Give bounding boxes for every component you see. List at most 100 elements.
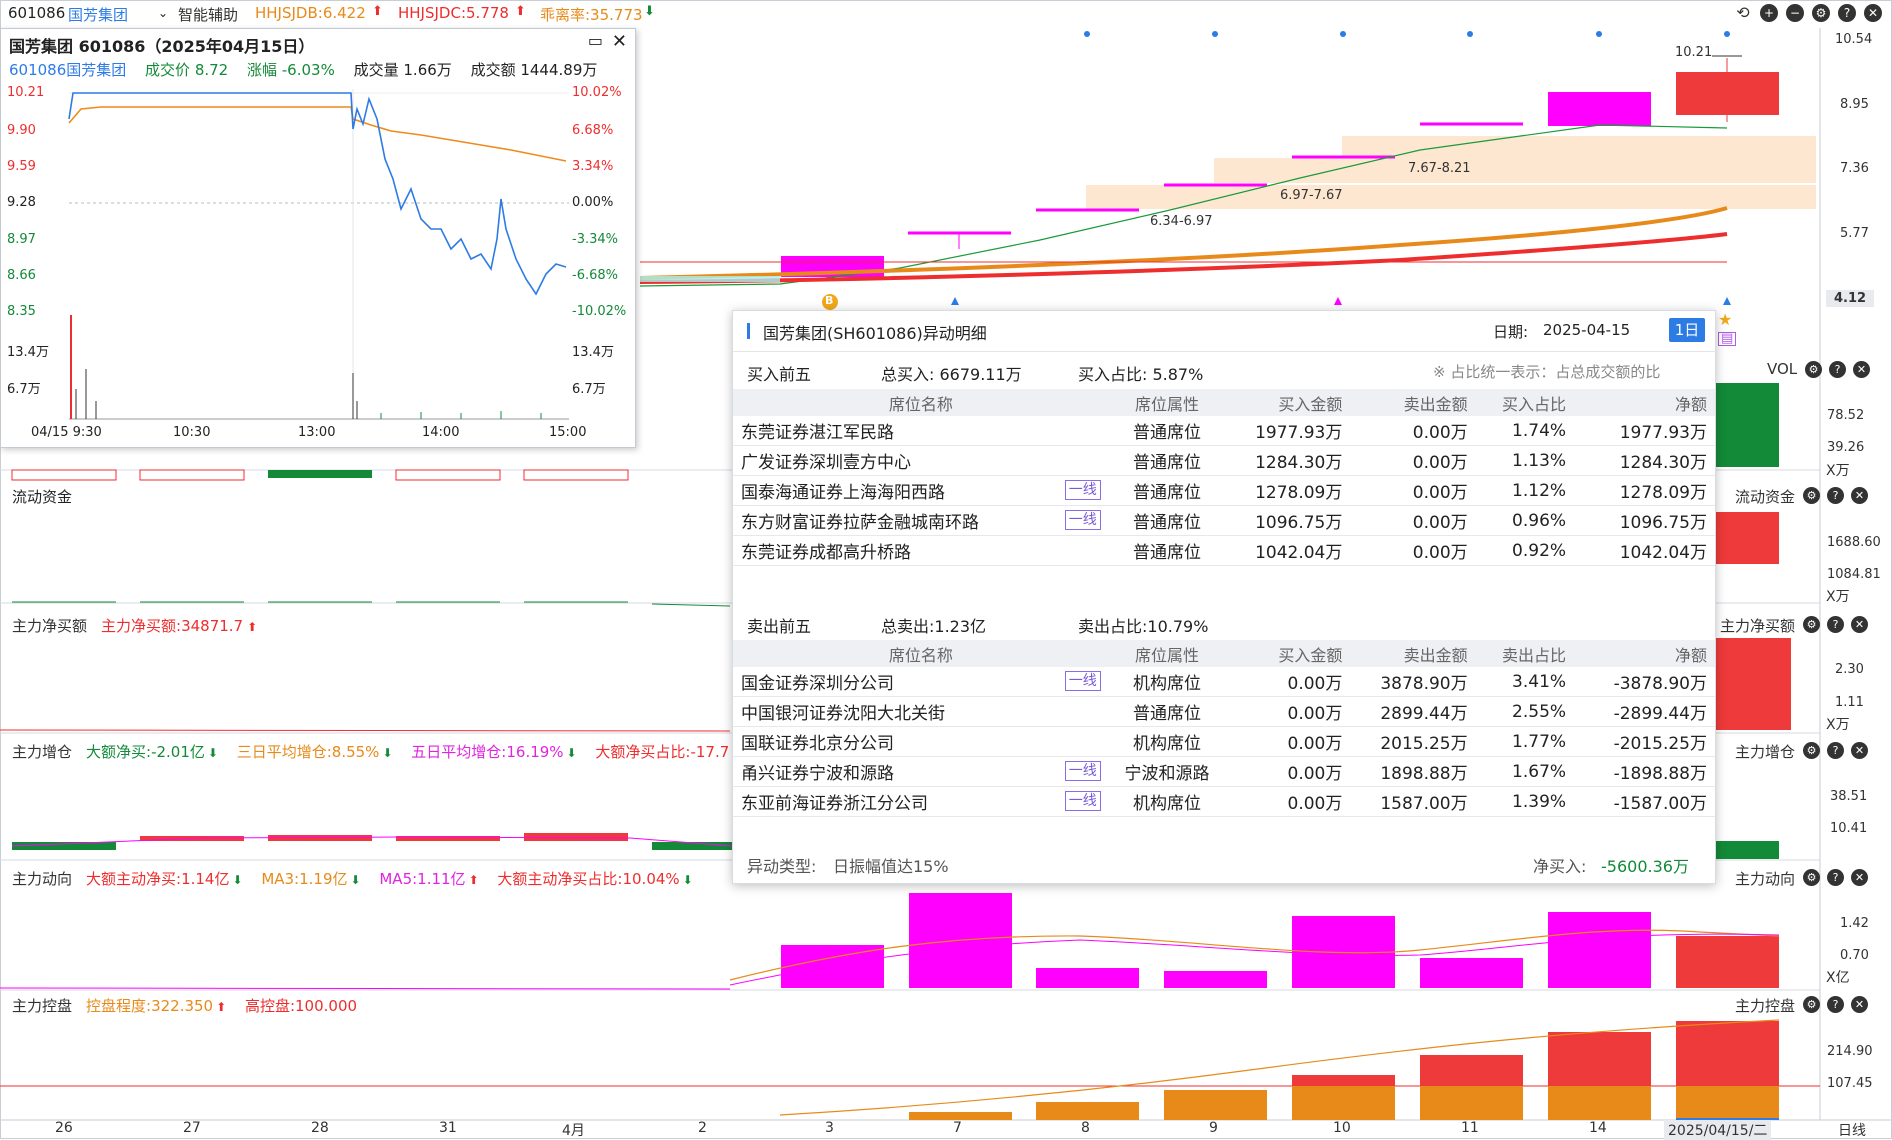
table-row[interactable]: 东亚前海证券浙江分公司 一线 机构席位 0.00万 1587.00万 1.39% … — [733, 786, 1715, 817]
table-row[interactable]: 东莞证券湛江军民路 普通席位 1977.93万 0.00万 1.74% 1977… — [733, 416, 1715, 446]
position-name: 主力增仓 — [12, 743, 73, 761]
close-icon[interactable]: ✕ — [1864, 4, 1882, 22]
x-axis-label: 11 — [1461, 1120, 1479, 1136]
date-value[interactable]: 2025-04-15 — [1543, 321, 1630, 339]
netbuy-panel-name: 主力净买额 — [1720, 617, 1796, 635]
period-label[interactable]: 日线 — [1838, 1120, 1866, 1140]
netbuy-unit: X万 — [1826, 717, 1850, 733]
direction-unit: X亿 — [1826, 970, 1850, 986]
net: 1278.09万 — [1574, 475, 1715, 506]
sell-amount: 0.00万 — [1350, 535, 1476, 566]
buy-amount: 0.00万 — [1225, 786, 1351, 817]
buy-ratio: 买入占比: 5.87% — [1078, 365, 1204, 384]
table-row[interactable]: 东方财富证券拉萨金融城南环路 一线 普通席位 1096.75万 0.00万 0.9… — [733, 505, 1715, 536]
control-panel-controls: ⚙? ✕ — [1803, 996, 1868, 1013]
pct: 1.74% — [1475, 416, 1575, 446]
close-icon[interactable]: ✕ — [1851, 487, 1868, 504]
marker-dot — [1084, 31, 1090, 37]
marker-dot — [1467, 31, 1473, 37]
help-icon[interactable]: ? — [1829, 361, 1846, 378]
stock-name[interactable]: 国芳集团 — [68, 4, 128, 25]
zoom-in-icon[interactable]: + — [1760, 4, 1778, 22]
table-row[interactable]: 国金证券深圳分公司 一线 机构席位 0.00万 3878.90万 3.41% -3… — [733, 667, 1715, 697]
table-row[interactable]: 中国银河证券沈阳大北关街 普通席位 0.00万 2899.44万 2.55% -… — [733, 696, 1715, 727]
close-icon[interactable]: ✕ — [1851, 996, 1868, 1013]
gear-icon[interactable]: ⚙ — [1812, 4, 1830, 22]
seat-name[interactable]: 东莞证券湛江军民路 — [741, 423, 894, 443]
high-price-label: 10.21 — [1675, 45, 1713, 60]
star-icon[interactable]: ★ — [1718, 310, 1732, 329]
close-icon[interactable]: ✕ — [1853, 361, 1870, 378]
col-sell-amount: 卖出金额 — [1350, 389, 1476, 416]
period-1d-button[interactable]: 1日 — [1669, 318, 1705, 342]
intraday-popup: 国芳集团 601086（2025年04月15日） ▭ ✕ 601086国芳集团 … — [0, 28, 636, 448]
seat-name[interactable]: 甬兴证券宁波和源路 — [741, 764, 894, 784]
zone-band — [1342, 136, 1816, 158]
control-tick: 214.90 — [1827, 1044, 1873, 1059]
liquidity-panel-controls: ⚙? ✕ — [1803, 487, 1868, 504]
gear-icon[interactable]: ⚙ — [1803, 996, 1820, 1013]
arrow-up-icon: ⬆ — [468, 873, 479, 887]
top-toolbar: 601086 国芳集团 ⌄ 智能辅助 HHJSJDB:6.422 ⬆ HHJSJ… — [0, 0, 1892, 28]
x-axis-current-date: 2025/04/15/二 — [1664, 1120, 1772, 1140]
control-item: 控盘程度:322.350 — [86, 997, 214, 1015]
seat-name[interactable]: 中国银河证券沈阳大北关街 — [741, 704, 945, 724]
close-icon[interactable]: ✕ — [1851, 742, 1868, 759]
help-icon[interactable]: ? — [1827, 616, 1844, 633]
arrow-down-icon: ⬇ — [566, 746, 577, 760]
cyan-band — [640, 276, 780, 282]
help-icon[interactable]: ? — [1827, 996, 1844, 1013]
seat-name[interactable]: 东方财富证券拉萨金融城南环路 — [741, 513, 979, 533]
gear-icon[interactable]: ⚙ — [1803, 742, 1820, 759]
zoom-out-icon[interactable]: − — [1786, 4, 1804, 22]
seat-name[interactable]: 广发证券深圳壹方中心 — [741, 453, 911, 473]
netbuy-tick: 2.30 — [1835, 662, 1864, 677]
sell-amount: 2015.25万 — [1350, 726, 1476, 757]
buy-section-header: 买入前五 总买入: 6679.11万 买入占比: 5.87% ※ 占比统一表示：… — [733, 355, 1715, 385]
refresh-icon[interactable]: ⟲ — [1734, 4, 1752, 22]
table-row[interactable]: 国泰海通证券上海海阳西路 一线 普通席位 1278.09万 0.00万 1.12%… — [733, 475, 1715, 506]
arrow-down-icon: ⬇ — [682, 873, 693, 887]
close-icon[interactable]: ✕ — [1851, 616, 1868, 633]
buy-signal-marker[interactable]: B — [825, 294, 833, 307]
seat-name[interactable]: 国联证券北京分公司 — [741, 734, 894, 754]
avg-price-line — [68, 106, 567, 162]
seat-name[interactable]: 国泰海通证券上海海阳西路 — [741, 483, 945, 503]
buy-amount: 1278.09万 — [1225, 475, 1351, 506]
table-row[interactable]: 国联证券北京分公司 机构席位 0.00万 2015.25万 1.77% -201… — [733, 726, 1715, 757]
help-icon[interactable]: ? — [1838, 4, 1856, 22]
first-line-badge: 一线 — [1064, 671, 1101, 691]
vol-panel-controls: ⚙? ✕ — [1805, 361, 1870, 378]
netbuy-tick: 1.11 — [1835, 695, 1864, 710]
smart-assist-toggle[interactable]: 智能辅助 — [178, 4, 238, 25]
close-icon[interactable]: ✕ — [1851, 869, 1868, 886]
arrow-down-icon: ⬇ — [207, 746, 218, 760]
chevron-down-icon[interactable]: ⌄ — [158, 6, 168, 20]
direction-panel-controls: ⚙? ✕ — [1803, 869, 1868, 886]
col-buy-pct: 买入占比 — [1475, 389, 1575, 416]
price-tick: 7.36 — [1840, 161, 1869, 176]
seat-attr: 宁波和源路 — [1108, 756, 1226, 787]
seat-name[interactable]: 东莞证券成都高升桥路 — [741, 543, 911, 563]
gear-icon[interactable]: ⚙ — [1803, 487, 1820, 504]
table-row[interactable]: 广发证券深圳壹方中心 普通席位 1284.30万 0.00万 1.13% 128… — [733, 445, 1715, 476]
gear-icon[interactable]: ⚙ — [1805, 361, 1822, 378]
zone-label: 6.97-7.67 — [1280, 188, 1343, 203]
stock-code[interactable]: 601086 — [8, 4, 65, 22]
control-tick: 107.45 — [1827, 1076, 1873, 1091]
help-icon[interactable]: ? — [1827, 487, 1844, 504]
x-axis-label: 27 — [183, 1120, 201, 1136]
vol-tick: 78.52 — [1827, 408, 1865, 423]
seat-name[interactable]: 国金证券深圳分公司 — [741, 674, 894, 694]
table-row[interactable]: 甬兴证券宁波和源路 一线 宁波和源路 0.00万 1898.88万 1.67% -… — [733, 756, 1715, 787]
detail-title: 国芳集团(SH601086)异动明细 — [763, 324, 987, 343]
table-row[interactable]: 东莞证券成都高升桥路 普通席位 1042.04万 0.00万 0.92% 104… — [733, 535, 1715, 566]
x-axis-label: 10 — [1333, 1120, 1351, 1136]
x-axis-label: 3 — [825, 1120, 834, 1136]
seat-name[interactable]: 东亚前海证券浙江分公司 — [741, 794, 928, 814]
calendar-icon[interactable]: ▤ — [1718, 332, 1737, 346]
help-icon[interactable]: ? — [1827, 742, 1844, 759]
gear-icon[interactable]: ⚙ — [1803, 616, 1820, 633]
help-icon[interactable]: ? — [1827, 869, 1844, 886]
gear-icon[interactable]: ⚙ — [1803, 869, 1820, 886]
